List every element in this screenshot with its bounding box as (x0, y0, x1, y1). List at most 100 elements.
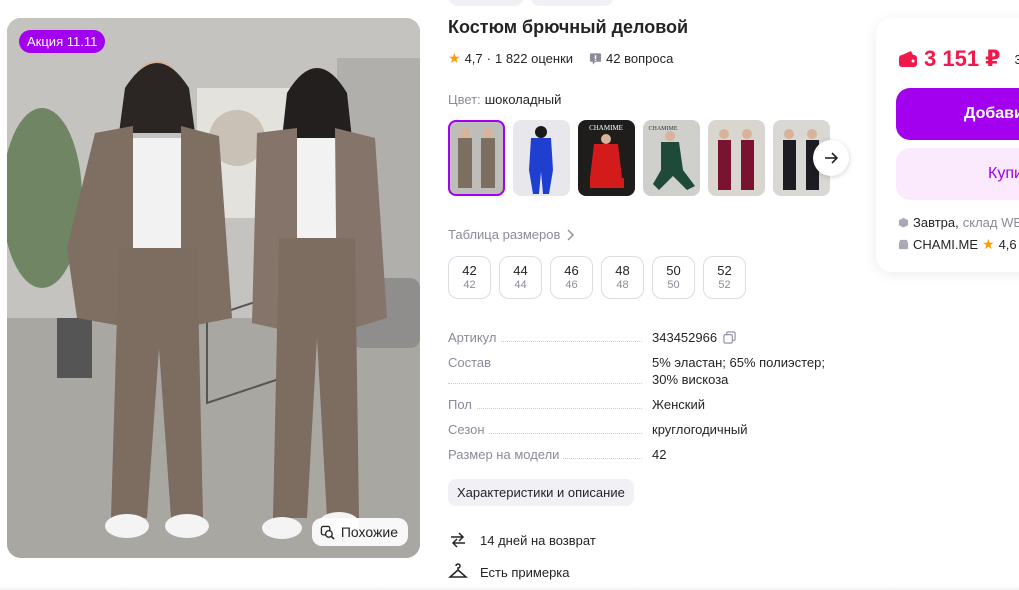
spec-value: 42 (652, 447, 667, 462)
return-arrows-icon (451, 532, 465, 548)
spec-name: Сезон (448, 422, 489, 437)
size-sub-label: 50 (667, 279, 680, 291)
price-row: 3 151 ₽ 3 (898, 46, 1019, 72)
spec-value: круглогодичный (652, 422, 748, 437)
characteristics-button[interactable]: Характеристики и описание (448, 479, 634, 506)
size-main-label: 42 (462, 263, 477, 278)
size-option[interactable]: 46 46 (550, 256, 593, 299)
similar-button-label: Похожие (340, 524, 398, 540)
size-table-link[interactable]: Таблица размеров (448, 227, 575, 242)
size-main-label: 48 (615, 263, 630, 278)
size-option[interactable]: 48 48 (601, 256, 644, 299)
size-option[interactable]: 52 52 (703, 256, 746, 299)
color-label: Цвет: шоколадный (448, 92, 561, 107)
size-table-label: Таблица размеров (448, 227, 561, 242)
fitting-option-label: Есть примерка (480, 564, 570, 580)
size-sub-label: 42 (463, 279, 476, 291)
questions-link[interactable]: 42 вопроса (606, 51, 673, 66)
spec-name-cell: Состав (448, 354, 652, 388)
purchase-card: 3 151 ₽ 3 Добавить Купить Завтра, склад … (876, 18, 1019, 272)
rating-row: ★ 4,7 · 1 822 оценки 42 вопроса (448, 50, 673, 67)
size-option[interactable]: 42 42 (448, 256, 491, 299)
article-value: 343452966 (652, 330, 718, 345)
top-chip[interactable] (448, 0, 524, 6)
size-option[interactable]: 44 44 (499, 256, 542, 299)
color-thumbnails: CHAMIME CHAMIME (448, 120, 830, 196)
wallet-icon (899, 51, 917, 67)
delivery-info: Завтра, склад WB (898, 215, 1019, 230)
color-value: шоколадный (484, 92, 562, 107)
hanger-icon (448, 563, 468, 578)
spec-value: 5% эластан; 65% полиэстер; 30% вискоза (652, 355, 825, 387)
size-sub-label: 52 (718, 279, 731, 291)
thumbnail-image-burgundy (708, 120, 765, 196)
product-main-photo[interactable]: Акция 11.11 Похожие (7, 18, 420, 558)
spec-row-season: Сезон круглогодичный (448, 421, 848, 438)
thumbnail-brand-text: CHAMIME (648, 126, 677, 132)
reviews-link[interactable]: 1 822 оценки (495, 51, 573, 66)
color-thumbnail[interactable]: CHAMIME (578, 120, 635, 196)
chat-bubble-icon (589, 53, 602, 65)
spec-name: Размер на модели (448, 447, 564, 462)
seller-name: CHAMI.ME (913, 237, 978, 252)
spec-row-composition: Состав 5% эластан; 65% полиэстер; 30% ви… (448, 354, 848, 388)
spec-value-cell: 343452966 (652, 329, 842, 346)
thumbnail-brand-text: CHAMIME (589, 124, 623, 132)
similar-button[interactable]: Похожие (311, 518, 408, 546)
thumbnails-next-button[interactable] (813, 140, 849, 176)
seller-rating: 4,6 (998, 237, 1017, 252)
spec-name: Пол (448, 397, 476, 412)
star-icon: ★ (448, 50, 461, 66)
rating-value: 4,7 (464, 51, 483, 66)
return-policy[interactable]: 14 дней на возврат (448, 530, 596, 550)
add-to-cart-button[interactable]: Добавить (896, 88, 1019, 140)
spec-name-cell: Размер на модели (448, 446, 652, 463)
color-label-text: Цвет: (448, 92, 481, 107)
arrow-right-icon (825, 152, 839, 164)
spec-value-cell: Женский (652, 396, 842, 413)
box-icon (898, 217, 909, 228)
return-policy-label: 14 дней на возврат (480, 532, 596, 548)
spec-row-gender: Пол Женский (448, 396, 848, 413)
search-similar-icon (320, 525, 335, 540)
product-title: Костюм брючный деловой (448, 17, 689, 37)
color-thumbnail[interactable] (708, 120, 765, 196)
page-bottom-edge (0, 586, 1019, 590)
size-selector: 42 42 44 44 46 46 48 48 50 50 52 52 (448, 256, 746, 299)
spec-value-cell: 42 (652, 446, 842, 463)
spec-value-cell: круглогодичный (652, 421, 842, 438)
product-specs: Артикул 343452966 Состав 5% эластан; 65%… (448, 329, 848, 471)
top-chip[interactable] (530, 0, 614, 6)
size-main-label: 46 (564, 263, 579, 278)
delivery-place: склад WB (962, 215, 1019, 230)
rating-separator: · (486, 51, 491, 66)
seller-info[interactable]: CHAMI.ME ★ 4,6 (898, 236, 1017, 253)
size-main-label: 50 (666, 263, 681, 278)
thumbnail-image-red: CHAMIME (578, 120, 635, 196)
spec-name-cell: Пол (448, 396, 652, 413)
thumbnail-image-brown (448, 120, 505, 196)
spec-name: Артикул (448, 330, 501, 345)
color-thumbnail[interactable] (448, 120, 505, 196)
buy-now-button[interactable]: Купить (896, 148, 1019, 200)
fitting-option[interactable]: Есть примерка (448, 562, 570, 582)
spec-row-model-size: Размер на модели 42 (448, 446, 848, 463)
color-thumbnail[interactable] (513, 120, 570, 196)
spec-value-cell: 5% эластан; 65% полиэстер; 30% вискоза (652, 354, 842, 388)
chevron-right-icon (567, 229, 575, 240)
size-main-label: 44 (513, 263, 528, 278)
shop-icon (898, 239, 909, 250)
spec-name-cell: Сезон (448, 421, 652, 438)
promo-badge[interactable]: Акция 11.11 (19, 30, 106, 53)
color-thumbnail[interactable]: CHAMIME (643, 120, 700, 196)
thumbnail-image-blue (513, 120, 570, 196)
thumbnail-image-green: CHAMIME (643, 120, 700, 196)
size-option[interactable]: 50 50 (652, 256, 695, 299)
size-sub-label: 48 (616, 279, 629, 291)
product-photo-illustration (7, 18, 420, 558)
size-sub-label: 46 (565, 279, 578, 291)
spec-name-cell: Артикул (448, 329, 652, 346)
copy-icon[interactable] (723, 331, 736, 344)
star-icon: ★ (982, 236, 995, 252)
price: 3 151 ₽ (924, 46, 1001, 71)
